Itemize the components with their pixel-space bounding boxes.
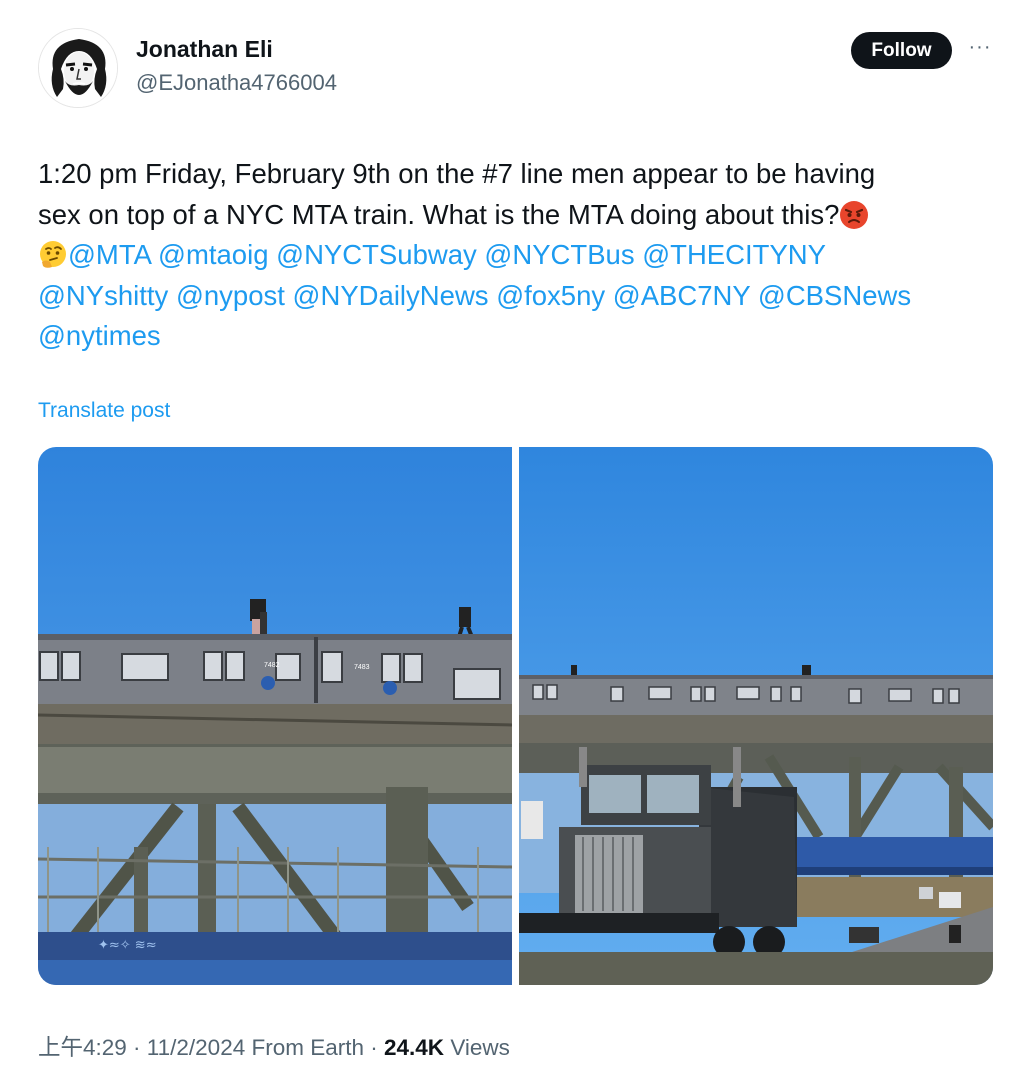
train-truck-photo-image: [519, 447, 993, 985]
media-grid: 7482 7483 ✦≈✧ ≋≈: [38, 447, 993, 985]
mention-link[interactable]: @MTA: [68, 239, 150, 270]
avatar-portrait-icon: [39, 29, 117, 107]
author-name[interactable]: Jonathan Eli: [136, 36, 273, 63]
mention-link[interactable]: @nypost: [176, 280, 285, 311]
tweet-line-1: 1:20 pm Friday, February 9th on the #7 l…: [38, 158, 876, 189]
thinking-face-icon: [40, 241, 66, 268]
mention-link[interactable]: @NYCTBus: [484, 239, 634, 270]
tweet-text: 1:20 pm Friday, February 9th on the #7 l…: [38, 154, 978, 357]
photo-right[interactable]: [519, 447, 993, 985]
mention-link[interactable]: @NYshitty: [38, 280, 168, 311]
views-count: 24.4K: [384, 1035, 445, 1060]
tweet-line-2-text: sex on top of a NYC MTA train. What is t…: [38, 198, 840, 230]
angry-face-icon: [840, 200, 869, 229]
mention-link[interactable]: @THECITYNY: [642, 239, 826, 270]
tweet-line-2: sex on top of a NYC MTA train. What is t…: [38, 195, 978, 236]
mention-link[interactable]: @nytimes: [38, 320, 161, 351]
mention-link[interactable]: @NYDailyNews: [293, 280, 489, 311]
tweet-header: Jonathan Eli @EJonatha4766004 Follow ···: [38, 28, 998, 108]
mention-link[interactable]: @ABC7NY: [613, 280, 750, 311]
tweet-line-3: @MTA @mtaoig @NYCTSubway @NYCTBus @THECI…: [38, 235, 978, 276]
separator: ·: [126, 1035, 147, 1060]
mention-link[interactable]: @fox5ny: [496, 280, 605, 311]
mention-link[interactable]: @mtaoig: [158, 239, 268, 270]
tweet-meta: 上午4:29 · 11/2/2024 From Earth · 24.4K Vi…: [38, 1030, 510, 1062]
mention-link[interactable]: @CBSNews: [758, 280, 911, 311]
author-handle[interactable]: @EJonatha4766004: [136, 70, 337, 96]
more-options-icon[interactable]: ···: [965, 32, 995, 62]
avatar[interactable]: [38, 28, 118, 108]
car-number-label: 7482: [264, 662, 280, 669]
post-date[interactable]: 11/2/2024: [147, 1035, 245, 1060]
graffiti-text: ✦≈✧ ≋≈: [98, 938, 157, 953]
tweet-line-4: @NYshitty @nypost @NYDailyNews @fox5ny @…: [38, 276, 978, 317]
follow-button[interactable]: Follow: [851, 32, 952, 69]
mention-link[interactable]: @NYCTSubway: [276, 239, 477, 270]
views-label: Views: [444, 1035, 510, 1060]
car-number-label: 7483: [354, 664, 370, 671]
photo-left[interactable]: 7482 7483 ✦≈✧ ≋≈: [38, 447, 512, 985]
post-source: From Earth: [245, 1035, 365, 1060]
tweet-line-5: @nytimes: [38, 316, 978, 357]
train-bridge-photo-image: 7482 7483 ✦≈✧ ≋≈: [38, 447, 512, 985]
post-time[interactable]: 上午4:29: [38, 1035, 127, 1060]
separator: ·: [364, 1035, 385, 1060]
translate-post-link[interactable]: Translate post: [38, 399, 170, 423]
